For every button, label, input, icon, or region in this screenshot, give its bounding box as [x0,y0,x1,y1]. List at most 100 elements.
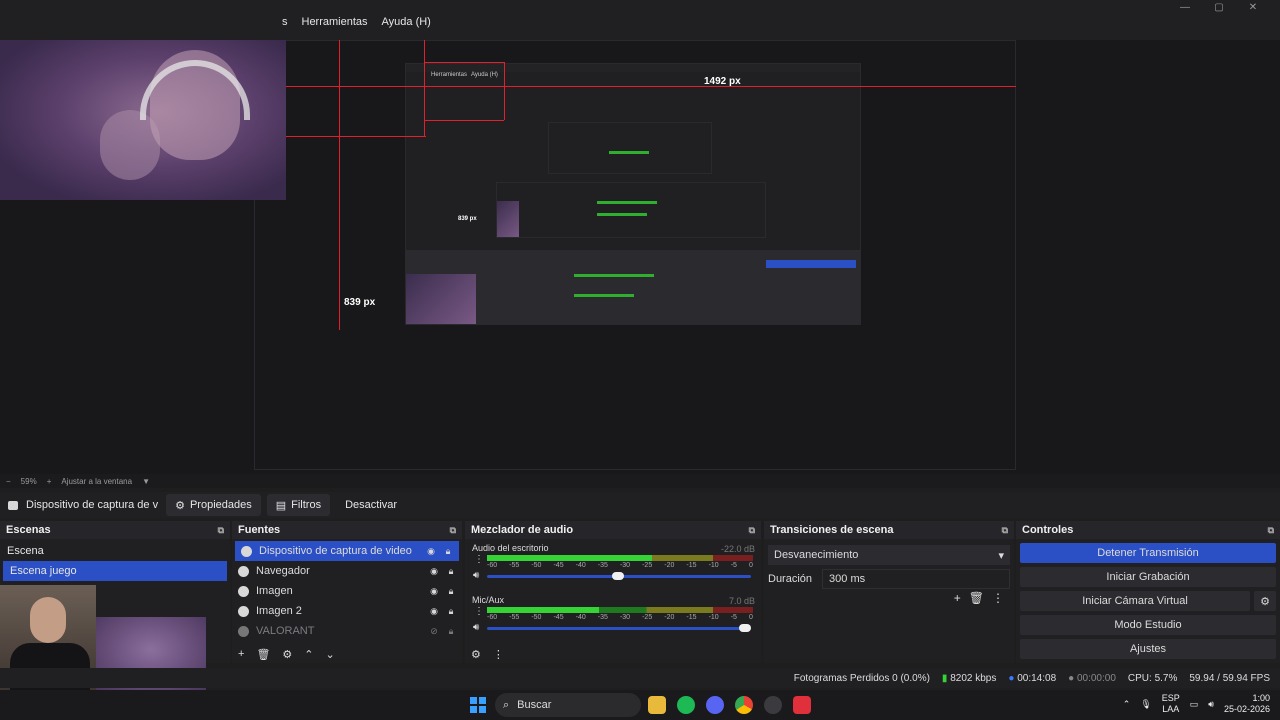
maximize-button[interactable]: ▢ [1202,0,1236,14]
volume-knob[interactable] [739,624,751,632]
trash-icon[interactable]: 🗑︎ [969,591,984,605]
eye-icon[interactable]: ◉ [429,566,439,576]
advanced-audio-icon[interactable]: ⚙ [471,648,481,661]
volume-icon[interactable]: 🔊︎ [1208,699,1214,710]
zoom-bar: − 59% + Ajustar a la ventana ▼ [0,474,1280,488]
menu-item-tools[interactable]: Herramientas [302,16,368,28]
source-context-bar: Dispositivo de captura de v ⚙ Propiedade… [0,492,1280,518]
start-virtual-camera-button[interactable]: Iniciar Cámara Virtual [1020,591,1250,611]
source-item[interactable]: Navegador ◉ 🔒︎ [232,561,462,581]
undock-icon[interactable]: ⧉ [1002,525,1008,536]
preview-area[interactable]: Herramientas Ayuda (H) 1492 px 839 px 83… [0,40,1280,474]
source-item[interactable]: Imagen 2 ◉ 🔒︎ [232,601,462,621]
stop-streaming-button[interactable]: Detener Transmisión [1020,543,1276,563]
nested-obs-screenshot: Herramientas Ayuda (H) [254,40,1016,470]
status-bar: Fotogramas Perdidos 0 (0.0%) ▮ 8202 kbps… [0,668,1280,688]
nested-control-primary [766,260,856,268]
properties-button[interactable]: ⚙ Propiedades [166,494,261,516]
source-label: Navegador [256,565,310,577]
eye-hidden-icon[interactable]: ⊘ [429,626,439,636]
lock-icon[interactable]: 🔒︎ [446,606,456,616]
channel-db: 7.0 dB [728,596,755,606]
gear-icon[interactable]: ⚙ [282,648,292,661]
lock-icon[interactable]: 🔒︎ [446,566,456,576]
zoom-in-button[interactable]: + [47,477,52,486]
spotify-icon[interactable] [677,696,695,714]
eye-icon[interactable]: ◉ [429,606,439,616]
volume-meter: -60 -55 -50 -45 -40 -35 -30 -25 -20 -15 -10 -5 0 [487,555,753,569]
fps: 59.94 / 59.94 FPS [1189,672,1270,684]
studio-mode-button[interactable]: Modo Estudio [1020,615,1276,635]
start-recording-button[interactable]: Iniciar Grabación [1020,567,1276,587]
lock-icon[interactable]: 🔒︎ [446,586,456,596]
menu-item-help[interactable]: Ayuda (H) [382,16,431,28]
undock-icon[interactable]: ⧉ [1268,525,1274,536]
microphone-icon[interactable]: 🎙︎ [1140,699,1151,710]
source-item[interactable]: Imagen ◉ 🔒︎ [232,581,462,601]
window-controls: — ▢ ✕ [1168,0,1270,14]
add-transition-icon[interactable]: + [954,591,961,605]
clock-date: 25-02-2026 [1223,704,1270,714]
filters-button[interactable]: ▤ Filtros [266,494,331,516]
duration-input[interactable]: 300 ms [822,569,1010,589]
undock-icon[interactable]: ⧉ [749,525,755,536]
volume-knob[interactable] [612,572,625,580]
valorant-icon[interactable] [793,696,811,714]
more-options-icon[interactable]: ⋮ [992,591,1004,605]
chevron-down-icon[interactable]: ⌄ [326,648,335,661]
preview-canvas[interactable]: Herramientas Ayuda (H) 1492 px 839 px 83… [254,40,1016,470]
network-icon[interactable]: ▭ [1190,699,1199,710]
more-options-icon[interactable]: ⋮ [474,554,484,565]
scene-item-active[interactable]: Escena juego [3,561,227,581]
volume-slider[interactable] [487,624,751,632]
add-source-icon[interactable]: + [238,648,244,661]
close-button[interactable]: ✕ [1236,0,1270,14]
stream-time-value: 00:14:08 [1017,672,1057,684]
nested-meter [574,294,634,297]
undock-icon[interactable]: ⧉ [218,525,224,536]
lock-icon[interactable]: 🔒︎ [443,546,453,556]
transition-select[interactable]: Desvanecimiento ▾ [768,545,1010,565]
bitrate-value: 8202 kbps [950,672,997,684]
more-options-icon[interactable]: ⋮ [493,648,504,661]
deactivate-button[interactable]: Desactivar [336,494,406,516]
clock[interactable]: 1:00 25-02-2026 [1224,693,1270,715]
measure-width-label: 1492 px [704,76,741,87]
measure-line-vertical [339,40,340,330]
obs-icon[interactable] [764,696,782,714]
minimize-button[interactable]: — [1168,0,1202,14]
more-options-icon[interactable]: ⋮ [474,606,484,617]
chevron-up-icon[interactable]: ⌃ [304,648,313,661]
source-item[interactable]: Dispositivo de captura de video ◉ 🔒︎ [235,541,459,561]
lock-icon[interactable]: 🔒︎ [446,626,456,636]
discord-icon[interactable] [706,696,724,714]
eye-icon[interactable]: ◉ [429,586,439,596]
source-item-hidden[interactable]: VALORANT ⊘ 🔒︎ [232,621,462,641]
windows-start-icon[interactable] [470,697,486,713]
chevron-up-icon[interactable]: ⌃ [1123,699,1131,710]
chrome-icon[interactable] [735,696,753,714]
volume-slider[interactable] [487,572,751,580]
menu-item-partial[interactable]: s [282,16,288,28]
fit-window-option[interactable]: Ajustar a la ventana [61,477,132,486]
mixer-toolbar: ⚙ ⋮ [471,648,504,661]
eye-icon[interactable]: ◉ [426,546,436,556]
dropped-frames: Fotogramas Perdidos 0 (0.0%) [793,672,930,684]
undock-icon[interactable]: ⧉ [450,525,456,536]
webcam-headphones [140,60,250,120]
taskbar-search[interactable]: ⌕ Buscar [495,693,641,717]
scene-item[interactable]: Escena [0,541,230,561]
nested-menu-help: Ayuda (H) [471,72,498,78]
trash-icon[interactable]: 🗑︎ [256,648,270,661]
language-indicator[interactable]: ESP LAA [1162,693,1180,715]
virtual-camera-settings-icon[interactable]: ⚙ [1254,591,1276,611]
speaker-icon[interactable]: 🔊︎ [473,622,479,633]
source-label: Imagen [256,585,293,597]
image-icon [238,605,249,617]
webcam-face [30,597,66,643]
zoom-dropdown-icon[interactable]: ▼ [142,477,150,486]
speaker-icon[interactable]: 🔊︎ [473,570,479,581]
settings-button[interactable]: Ajustes [1020,639,1276,659]
zoom-out-button[interactable]: − [6,477,11,486]
file-explorer-icon[interactable] [648,696,666,714]
